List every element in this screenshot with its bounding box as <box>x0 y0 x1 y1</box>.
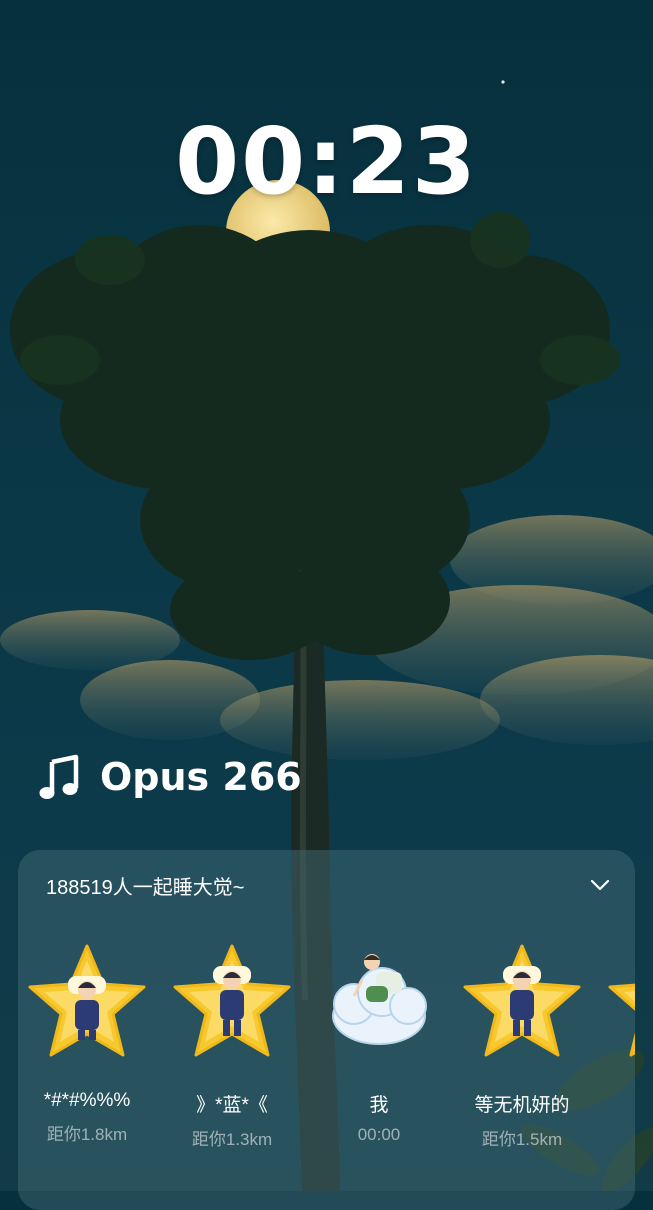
sleepers-count: 188519人一起睡大觉~ <box>46 876 245 899</box>
user-name: *#*#%%% <box>43 1090 131 1111</box>
user-list: *#*#%%% 距你1.8km 》*蓝*《 距你1.3km 我 00:00 等无… <box>18 938 635 1208</box>
now-playing[interactable]: Opus 266 <box>38 752 302 802</box>
sleep-together-panel: 188519人一起睡大觉~ *#*#%%% 距你1.8km 》*蓝*《 距你1.… <box>18 850 635 1210</box>
panel-header: 188519人一起睡大觉~ <box>46 868 615 902</box>
user-item[interactable]: 距 <box>602 938 635 1115</box>
user-item-self[interactable]: 我 00:00 <box>314 938 444 1145</box>
chevron-down-icon <box>590 879 610 891</box>
user-name: 我 <box>369 1095 389 1116</box>
star-sleeper-avatar <box>608 983 635 1057</box>
cloud-sleeper-avatar <box>332 954 427 1045</box>
star-sleeper-avatar <box>28 944 146 1057</box>
expand-toggle-button[interactable] <box>585 870 615 900</box>
user-name: 》*蓝*《 <box>196 1095 268 1116</box>
user-distance: 距你1.3km <box>191 1130 273 1149</box>
user-distance: 距你1.8km <box>46 1125 128 1144</box>
user-distance: 00:00 <box>357 1125 401 1144</box>
user-name: 等无机妍的 <box>474 1095 570 1116</box>
music-note-icon <box>39 754 79 799</box>
user-distance: 距你1.5km <box>481 1130 563 1149</box>
star-sleeper-avatar <box>173 944 291 1057</box>
user-item[interactable]: *#*#%%% 距你1.8km <box>22 938 152 1145</box>
track-title: Opus 266 <box>100 755 302 799</box>
user-item[interactable]: 》*蓝*《 距你1.3km <box>167 938 297 1150</box>
star-sleeper-avatar <box>463 944 581 1057</box>
user-item[interactable]: 等无机妍的 距你1.5km <box>457 938 587 1150</box>
user-distance: 距 <box>602 1090 635 1115</box>
clock-time: 00:23 <box>175 108 478 215</box>
